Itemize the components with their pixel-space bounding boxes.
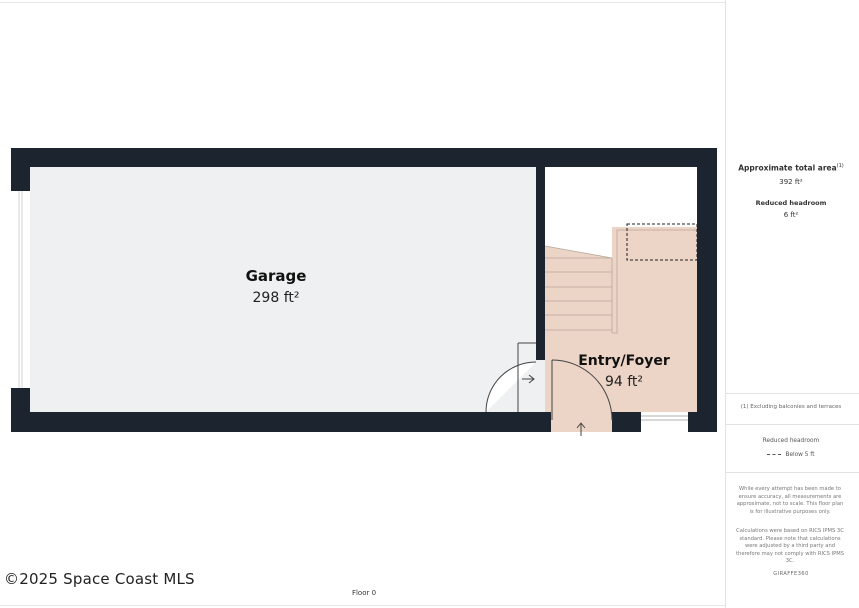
legend-item: Below 5 ft bbox=[726, 452, 856, 458]
brand-logo: GIRAFFE360 bbox=[773, 571, 809, 577]
reduced-headroom-label: Reduced headroom bbox=[755, 199, 827, 207]
divider-2 bbox=[726, 424, 859, 425]
disclaimer-rics: Calculations were based on RICS IPMS 3C … bbox=[736, 528, 844, 565]
floor-plan: Garage 298 ft² Entry/Foyer 94 ft² bbox=[11, 148, 717, 436]
floor-label: Floor 0 bbox=[351, 589, 377, 597]
garage-door-opening bbox=[11, 191, 30, 388]
divider-1 bbox=[726, 393, 859, 394]
excluding-note: (1) Excluding balconies and terraces bbox=[740, 404, 842, 410]
entry-upper-area bbox=[545, 167, 697, 227]
total-area-footnote-mark: (1) bbox=[836, 163, 844, 169]
divider-3 bbox=[726, 472, 859, 473]
bottom-right-opening bbox=[641, 412, 688, 432]
interior-door-opening bbox=[536, 360, 545, 412]
entry-area: 94 ft² bbox=[605, 374, 643, 390]
garage-name: Garage bbox=[246, 267, 307, 285]
dashed-line-icon bbox=[767, 454, 782, 455]
entry-name: Entry/Foyer bbox=[578, 353, 670, 369]
disclaimer-accuracy: While every attempt has been made to ens… bbox=[736, 486, 844, 515]
legend-panel: Approximate total area(1) 392 ft² Reduce… bbox=[725, 0, 859, 608]
total-area-label-text: Approximate total area bbox=[738, 163, 837, 173]
legend-title: Reduced headroom bbox=[762, 438, 820, 444]
garage-area: 298 ft² bbox=[253, 290, 300, 306]
reduced-headroom-value: 6 ft² bbox=[783, 211, 799, 219]
copyright-watermark: ©2025 Space Coast MLS bbox=[4, 570, 195, 588]
total-area-label: Approximate total area(1) bbox=[726, 163, 856, 173]
total-area-value: 392 ft² bbox=[779, 178, 803, 186]
legend-item-text: Below 5 ft bbox=[785, 452, 815, 458]
